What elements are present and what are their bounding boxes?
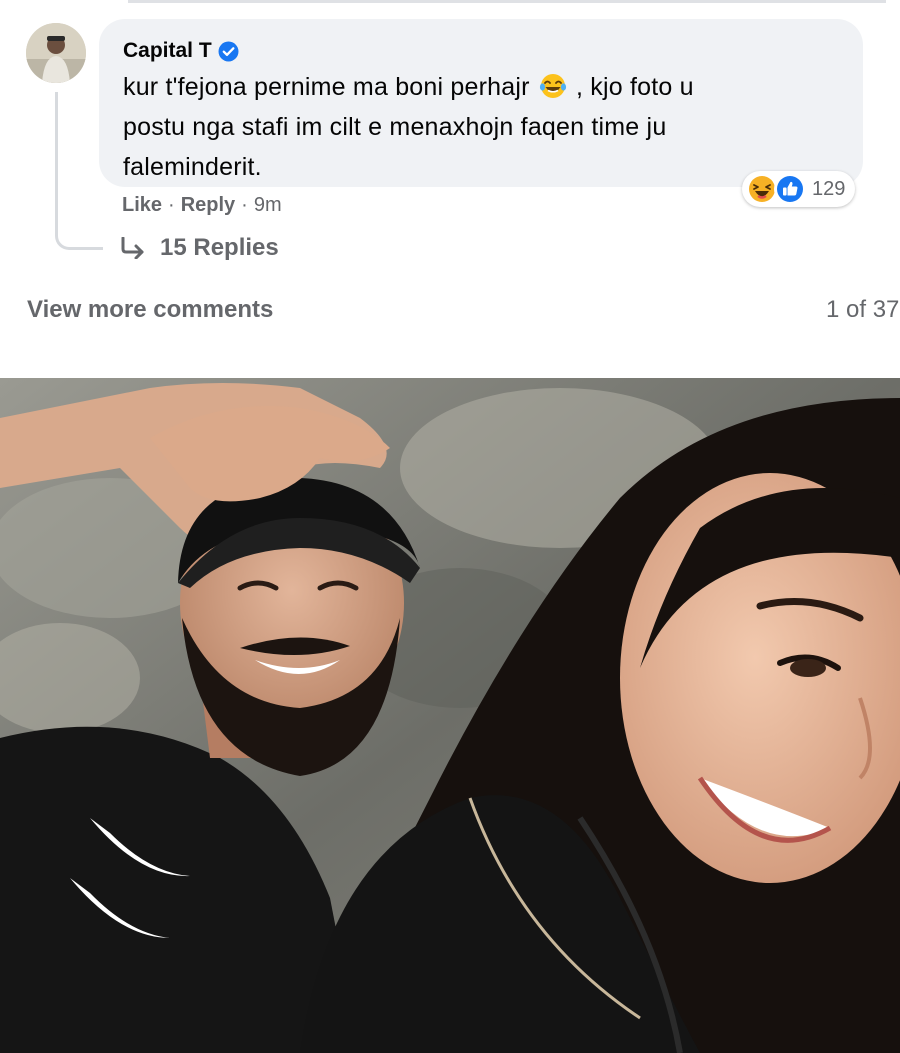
like-button[interactable]: Like: [122, 194, 162, 217]
comment-text: kur t'fejona pernime ma boni perhajr , k…: [123, 67, 839, 187]
verified-badge-icon: [218, 41, 239, 61]
comment-timestamp[interactable]: 9m: [254, 194, 282, 217]
selfie-photo: [0, 378, 900, 1053]
comment-actions: Like · Reply · 9m: [122, 194, 282, 217]
view-more-comments-button[interactable]: View more comments: [27, 296, 273, 324]
avatar[interactable]: [26, 23, 86, 83]
comments-pager: 1 of 37: [826, 296, 900, 323]
replies-count-label: 15 Replies: [160, 234, 279, 261]
comment-bubble: Capital T kur t'fejona pernime ma boni p…: [99, 19, 863, 187]
comment-text-line3: faleminderit.: [123, 153, 262, 181]
laughing-crying-emoji-icon: [539, 74, 566, 98]
comment-author[interactable]: Capital T: [123, 39, 212, 63]
photo-illustration: [0, 378, 900, 1053]
reactions-summary[interactable]: 129: [742, 171, 856, 207]
separator-dot: ·: [168, 194, 175, 216]
comment-text-line1: kur t'fejona pernime ma boni perhajr: [123, 73, 530, 101]
comment-text-line2: postu nga stafi im cilt e menaxhojn faqe…: [123, 113, 667, 141]
reply-button[interactable]: Reply: [181, 194, 235, 217]
reply-arrow-icon: [121, 237, 144, 259]
thread-connector-line: [55, 92, 103, 250]
reaction-count: 129: [812, 177, 846, 200]
like-reaction-icon: [774, 173, 806, 205]
comment-text-line1-tail: , kjo foto u: [575, 73, 694, 101]
separator-dot: ·: [241, 194, 248, 216]
separator-line: [128, 0, 886, 3]
avatar-image: [26, 23, 86, 83]
view-replies-button[interactable]: 15 Replies: [120, 234, 279, 262]
